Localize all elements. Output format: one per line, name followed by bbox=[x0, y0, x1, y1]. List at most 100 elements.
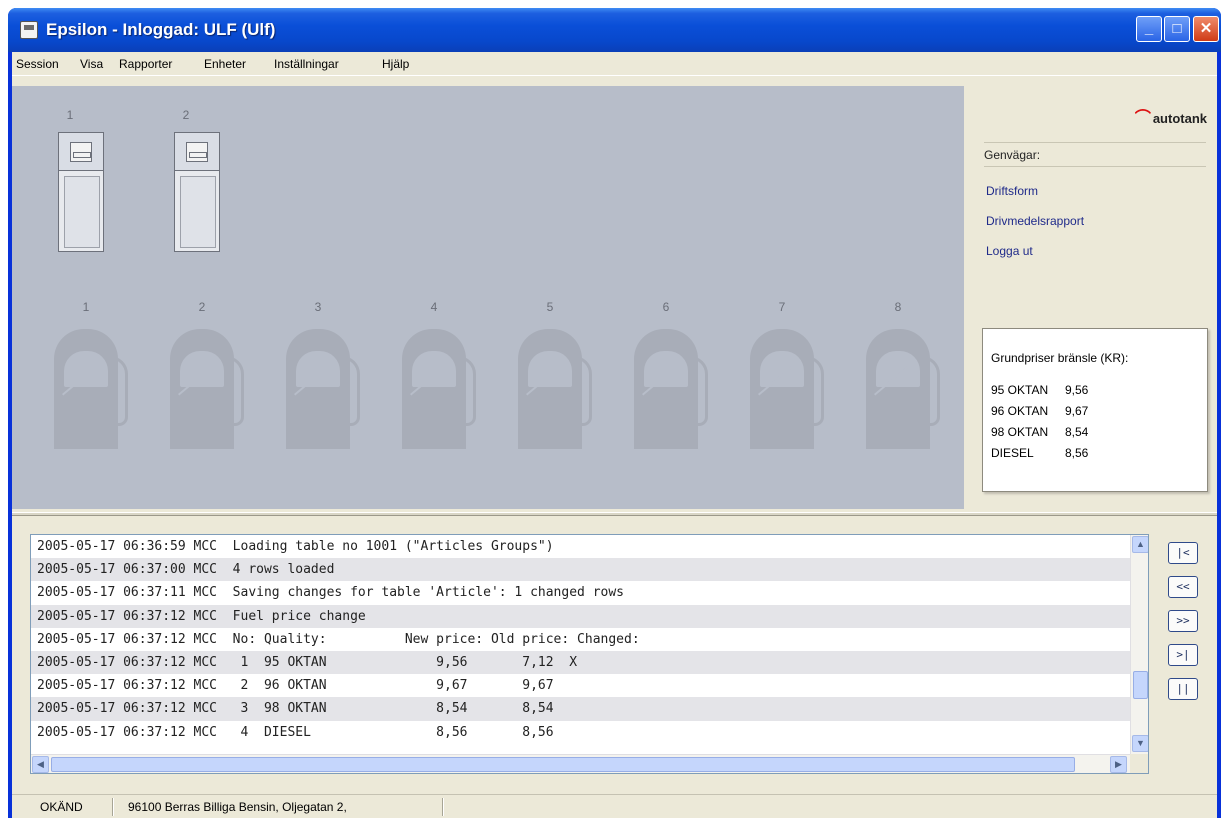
maximize-icon: □ bbox=[1172, 20, 1182, 37]
price-row: 96 OKTAN 9,67 bbox=[991, 404, 1088, 418]
last-button[interactable]: >| bbox=[1168, 644, 1198, 666]
tank-1[interactable] bbox=[54, 314, 130, 449]
tank-number: 2 bbox=[198, 300, 206, 314]
menu-hjalp[interactable]: Hjälp bbox=[382, 57, 409, 71]
status-separator bbox=[442, 798, 444, 816]
title-bar[interactable]: Epsilon - Inloggad: ULF (Ulf) _ □ ✕ bbox=[8, 8, 1221, 52]
panel-splitter[interactable] bbox=[12, 512, 1217, 516]
tank-number: 6 bbox=[662, 300, 670, 314]
window-title: Epsilon - Inloggad: ULF (Ulf) bbox=[46, 20, 276, 39]
price-row: 95 OKTAN 9,56 bbox=[991, 383, 1088, 397]
tank-7[interactable] bbox=[750, 314, 826, 449]
status-separator bbox=[112, 798, 114, 816]
link-drivmedelsrapport[interactable]: Drivmedelsrapport bbox=[986, 214, 1084, 228]
next-button[interactable]: >> bbox=[1168, 610, 1198, 632]
first-button[interactable]: |< bbox=[1168, 542, 1198, 564]
log-row: 2005-05-17 06:37:12 MCC 4 DIESEL 8,56 8,… bbox=[37, 724, 554, 740]
price-box-title: Grundpriser bränsle (KR): bbox=[991, 351, 1129, 365]
fuel-name: 98 OKTAN bbox=[991, 425, 1049, 439]
menu-rapporter[interactable]: Rapporter bbox=[119, 57, 172, 71]
log-row: 2005-05-17 06:37:12 MCC Fuel price chang… bbox=[31, 604, 1130, 628]
tank-3[interactable] bbox=[286, 314, 362, 449]
scroll-right-icon[interactable]: ▶ bbox=[1110, 756, 1127, 773]
menu-bar: Session Visa Rapporter Enheter Inställni… bbox=[12, 52, 1217, 76]
logo-mark-icon: ⌒ bbox=[1134, 110, 1151, 127]
tank-icon bbox=[54, 329, 130, 449]
logo-text: autotank bbox=[1152, 111, 1207, 126]
tank-4[interactable] bbox=[402, 314, 478, 449]
divider bbox=[984, 166, 1206, 167]
scroll-up-icon[interactable]: ▲ bbox=[1132, 536, 1148, 553]
horizontal-scrollbar[interactable]: ◀ ▶ bbox=[31, 754, 1130, 773]
dispenser-head bbox=[174, 132, 220, 170]
tank-number: 8 bbox=[894, 300, 902, 314]
tank-icon bbox=[286, 329, 362, 449]
tank-number: 3 bbox=[314, 300, 322, 314]
shortcuts-heading: Genvägar: bbox=[984, 148, 1041, 162]
dispenser-head bbox=[58, 132, 104, 170]
tank-icon bbox=[634, 329, 710, 449]
log-row: 2005-05-17 06:37:11 MCC Saving changes f… bbox=[37, 585, 624, 601]
minimize-icon: _ bbox=[1144, 20, 1154, 37]
price-row: DIESEL 8,56 bbox=[991, 446, 1088, 460]
log-rows: 2005-05-17 06:36:59 MCC Loading table no… bbox=[31, 535, 1130, 744]
price-row: 98 OKTAN 8,54 bbox=[991, 425, 1088, 439]
log-row: 2005-05-17 06:37:12 MCC 3 98 OKTAN 8,54 … bbox=[31, 697, 1130, 721]
link-logga-ut[interactable]: Logga ut bbox=[986, 244, 1033, 258]
autotank-logo: ⌒ autotank bbox=[1135, 104, 1207, 128]
scroll-left-icon[interactable]: ◀ bbox=[32, 756, 49, 773]
scroll-down-icon[interactable]: ▼ bbox=[1132, 735, 1148, 752]
tank-number: 5 bbox=[546, 300, 554, 314]
vertical-scrollbar[interactable]: ▲ ▼ bbox=[1130, 535, 1148, 754]
divider bbox=[984, 142, 1206, 143]
pause-button[interactable]: || bbox=[1168, 678, 1198, 700]
status-state: OKÄND bbox=[40, 800, 83, 814]
fuel-price: 8,54 bbox=[1065, 425, 1089, 439]
fuel-name: 95 OKTAN bbox=[991, 383, 1049, 397]
menu-session[interactable]: Session bbox=[16, 57, 59, 71]
tank-icon bbox=[402, 329, 478, 449]
application-window: Epsilon - Inloggad: ULF (Ulf) _ □ ✕ Sess… bbox=[8, 8, 1221, 818]
horizontal-scroll-thumb[interactable] bbox=[51, 757, 1075, 772]
maximize-button[interactable]: □ bbox=[1164, 16, 1190, 42]
fuel-name: DIESEL bbox=[991, 446, 1034, 460]
tank-number: 4 bbox=[430, 300, 438, 314]
vertical-scroll-thumb[interactable] bbox=[1133, 671, 1148, 699]
log-row: 2005-05-17 06:37:12 MCC 2 96 OKTAN 9,67 … bbox=[37, 678, 554, 694]
fuel-price-box: Grundpriser bränsle (KR): 95 OKTAN 9,56 9… bbox=[982, 328, 1208, 492]
tank-5[interactable] bbox=[518, 314, 594, 449]
log-row: 2005-05-17 06:36:59 MCC Loading table no… bbox=[37, 539, 554, 554]
dispenser-1[interactable] bbox=[58, 132, 104, 252]
menu-visa[interactable]: Visa bbox=[80, 57, 103, 71]
fuel-name: 96 OKTAN bbox=[991, 404, 1049, 418]
menu-enheter[interactable]: Enheter bbox=[204, 57, 246, 71]
dispenser-2[interactable] bbox=[174, 132, 220, 252]
tank-icon bbox=[866, 329, 942, 449]
close-button[interactable]: ✕ bbox=[1193, 16, 1219, 42]
tank-8[interactable] bbox=[866, 314, 942, 449]
dispenser-number: 2 bbox=[182, 108, 190, 122]
scroll-corner bbox=[1130, 754, 1148, 773]
client-area: Session Visa Rapporter Enheter Inställni… bbox=[12, 52, 1217, 818]
site-overview: 1 2 1 2 3 4 5 6 7 8 bbox=[12, 86, 964, 509]
log-row: 2005-05-17 06:37:00 MCC 4 rows loaded bbox=[31, 558, 1130, 582]
link-driftsform[interactable]: Driftsform bbox=[986, 184, 1038, 198]
dispenser-display-icon bbox=[70, 142, 92, 162]
menu-installningar[interactable]: Inställningar bbox=[274, 57, 339, 71]
close-icon: ✕ bbox=[1199, 20, 1213, 37]
status-bar: OKÄND 96100 Berras Billiga Bensin, Oljeg… bbox=[12, 794, 1217, 818]
previous-button[interactable]: << bbox=[1168, 576, 1198, 598]
dispenser-display-icon bbox=[186, 142, 208, 162]
dispenser-body bbox=[174, 170, 220, 252]
minimize-button[interactable]: _ bbox=[1136, 16, 1162, 42]
tank-6[interactable] bbox=[634, 314, 710, 449]
fuel-price: 9,67 bbox=[1065, 404, 1089, 418]
tank-icon bbox=[750, 329, 826, 449]
dispenser-body bbox=[58, 170, 104, 252]
event-log[interactable]: 2005-05-17 06:36:59 MCC Loading table no… bbox=[30, 534, 1149, 774]
dispenser-number: 1 bbox=[66, 108, 74, 122]
tank-2[interactable] bbox=[170, 314, 246, 449]
tank-icon bbox=[170, 329, 246, 449]
fuel-price: 8,56 bbox=[1065, 446, 1089, 460]
tank-icon bbox=[518, 329, 594, 449]
